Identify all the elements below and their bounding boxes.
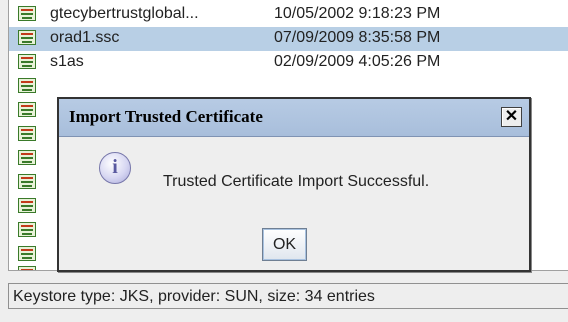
- certificate-alias: s1as: [50, 53, 84, 70]
- ok-button[interactable]: OK: [262, 228, 307, 261]
- table-row[interactable]: [9, 75, 568, 99]
- certificate-icon: [18, 6, 36, 21]
- status-bar: Keystore type: JKS, provider: SUN, size:…: [8, 283, 568, 309]
- close-icon: ✕: [504, 108, 519, 125]
- certificate-icon: [18, 150, 36, 165]
- dialog-title: Import Trusted Certificate: [69, 107, 263, 126]
- certificate-alias: gtecybertrustglobal...: [50, 5, 199, 22]
- certificate-icon: [18, 30, 36, 45]
- certificate-date: 02/09/2009 4:05:26 PM: [274, 53, 441, 70]
- certificate-icon: [18, 198, 36, 213]
- dialog-titlebar[interactable]: Import Trusted Certificate ✕: [59, 99, 529, 137]
- certificate-icon: [18, 246, 36, 261]
- certificate-icon: [18, 54, 36, 69]
- certificate-icon: [18, 78, 36, 93]
- certificate-date: 10/05/2002 9:18:23 PM: [274, 5, 441, 22]
- certificate-icon: [18, 102, 36, 117]
- table-row[interactable]: s1as 02/09/2009 4:05:26 PM: [9, 51, 568, 75]
- dialog-message: Trusted Certificate Import Successful.: [163, 173, 430, 190]
- table-row[interactable]: orad1.ssc 07/09/2009 8:35:58 PM: [9, 27, 568, 51]
- close-button[interactable]: ✕: [501, 107, 522, 127]
- certificate-icon: [18, 126, 36, 141]
- certificate-icon: [18, 174, 36, 189]
- certificate-icon: [18, 222, 36, 237]
- import-dialog: Import Trusted Certificate ✕ i Trusted C…: [57, 97, 531, 272]
- certificate-date: 07/09/2009 8:35:58 PM: [274, 29, 441, 46]
- table-row[interactable]: gtecybertrustglobal... 10/05/2002 9:18:2…: [9, 3, 568, 27]
- information-icon: i: [99, 152, 131, 184]
- certificate-alias: orad1.ssc: [50, 29, 120, 46]
- status-text: Keystore type: JKS, provider: SUN, size:…: [13, 288, 375, 305]
